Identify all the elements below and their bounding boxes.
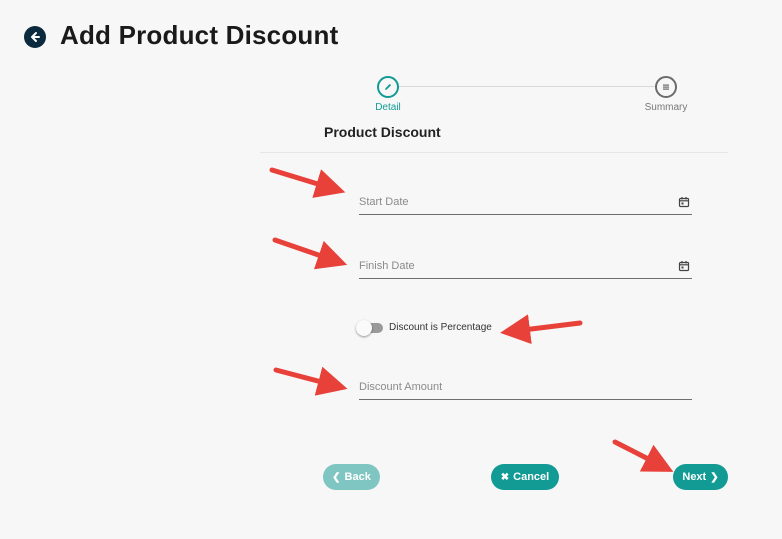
annotation-arrow-amount — [273, 366, 348, 396]
next-button-label: Next — [682, 471, 707, 483]
calendar-icon[interactable] — [678, 260, 690, 272]
cancel-button-label: Cancel — [513, 471, 550, 483]
discount-amount-input[interactable] — [359, 377, 659, 397]
percentage-toggle[interactable] — [356, 319, 383, 336]
section-divider — [260, 152, 728, 153]
step-summary[interactable]: Summary — [636, 76, 696, 113]
percentage-toggle-label: Discount is Percentage — [389, 322, 492, 333]
close-icon: ✖ — [500, 471, 510, 483]
chevron-right-icon: ❯ — [710, 471, 719, 483]
back-button[interactable]: ❮ Back — [323, 464, 380, 490]
next-button[interactable]: Next ❯ — [673, 464, 728, 490]
step-summary-circle — [655, 76, 677, 98]
pencil-icon — [385, 83, 392, 90]
finish-date-input[interactable] — [359, 256, 659, 276]
back-arrow-button[interactable] — [24, 26, 46, 48]
list-icon — [663, 84, 669, 90]
page: Add Product Discount Detail Summary Prod… — [0, 0, 782, 539]
toggle-knob — [356, 319, 372, 336]
annotation-arrow-toggle — [500, 314, 583, 345]
section-title: Product Discount — [324, 124, 441, 140]
step-detail[interactable]: Detail — [358, 76, 418, 113]
discount-amount-field — [359, 377, 692, 400]
cancel-button[interactable]: ✖ Cancel — [491, 464, 559, 490]
step-summary-label: Summary — [644, 102, 688, 113]
annotation-arrow-finish-date — [272, 237, 348, 270]
start-date-input[interactable] — [359, 192, 659, 212]
annotation-arrow-next — [612, 439, 674, 472]
calendar-icon[interactable] — [678, 196, 690, 208]
chevron-left-icon: ❮ — [332, 471, 341, 483]
annotation-arrow-start-date — [269, 167, 346, 198]
step-detail-label: Detail — [375, 102, 401, 113]
finish-date-field — [359, 256, 692, 279]
percentage-toggle-row: Discount is Percentage — [356, 319, 492, 336]
stepper-line — [398, 86, 656, 87]
page-title: Add Product Discount — [60, 20, 339, 50]
start-date-field — [359, 192, 692, 215]
back-button-label: Back — [344, 471, 371, 483]
step-detail-circle — [377, 76, 399, 98]
arrow-left-icon — [31, 32, 40, 42]
